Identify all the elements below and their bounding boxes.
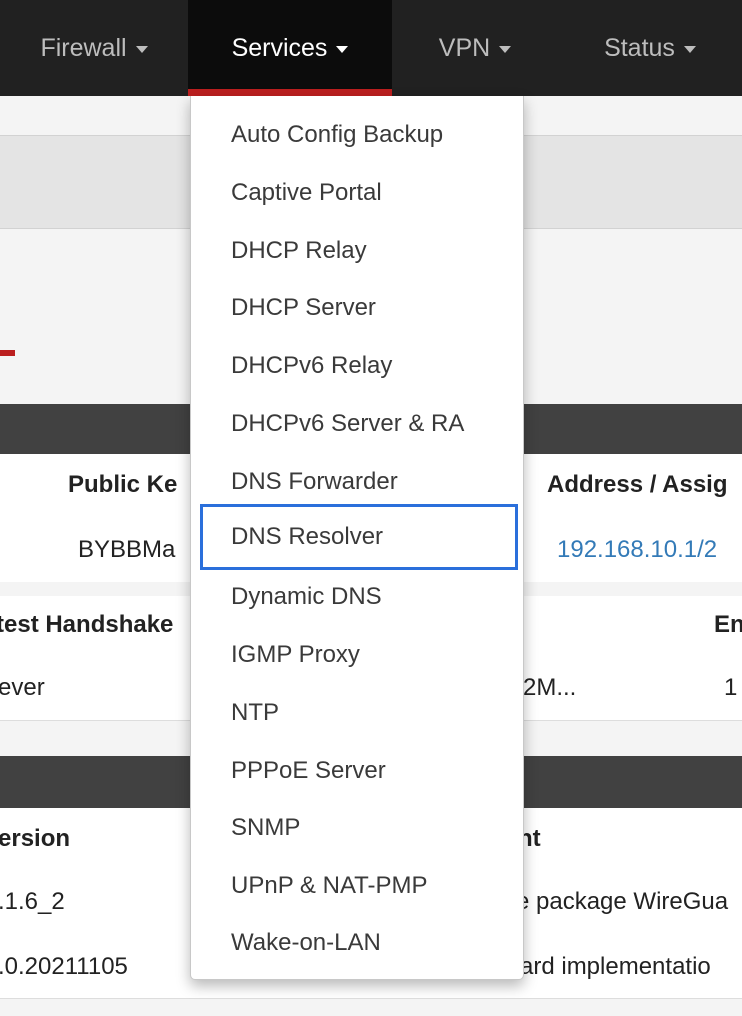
nav-vpn[interactable]: VPN (392, 0, 558, 96)
address-link[interactable]: 192.168.10.1/2 (557, 536, 717, 564)
nav-firewall-label: Firewall (40, 33, 127, 62)
menu-item-auto-config-backup[interactable]: Auto Config Backup (200, 108, 514, 162)
package-comment: e package WireGua (516, 888, 729, 915)
menu-item-upnp-nat-pmp[interactable]: UPnP & NAT-PMP (200, 859, 514, 913)
caret-down-icon (135, 46, 148, 53)
title-underline (0, 350, 15, 356)
header-endpoint: En (714, 611, 742, 638)
menu-item-captive-portal[interactable]: Captive Portal (200, 166, 514, 220)
package-version: .0.20211105 (0, 953, 128, 980)
menu-item-pppoe-server[interactable]: PPPoE Server (200, 744, 514, 798)
header-version: ersion (0, 825, 71, 852)
nav-vpn-label: VPN (438, 33, 491, 62)
caret-down-icon (336, 46, 349, 53)
menu-item-wake-on-lan[interactable]: Wake-on-LAN (200, 916, 514, 970)
menu-item-dynamic-dns[interactable]: Dynamic DNS (200, 570, 514, 624)
package-comment: ard implementatio (520, 953, 711, 980)
handshake-value: ever (0, 674, 45, 701)
header-address: Address / Assig (547, 471, 728, 498)
peer-key-value: 2M... (523, 674, 577, 701)
menu-item-igmp-proxy[interactable]: IGMP Proxy (200, 628, 514, 682)
top-navbar: Firewall Services VPN Status (0, 0, 742, 96)
menu-item-snmp[interactable]: SNMP (200, 801, 514, 855)
menu-item-dns-forwarder[interactable]: DNS Forwarder (200, 455, 514, 509)
caret-down-icon (683, 46, 696, 53)
nav-firewall[interactable]: Firewall (0, 0, 188, 96)
nav-services-label: Services (231, 33, 328, 62)
package-version: .1.6_2 (0, 888, 65, 915)
menu-item-dhcpv6-server-ra[interactable]: DHCPv6 Server & RA (200, 397, 514, 451)
menu-item-dns-resolver[interactable]: DNS Resolver (200, 504, 518, 570)
nav-services[interactable]: Services (188, 0, 392, 96)
caret-down-icon (499, 46, 512, 53)
header-public-key: Public Ke (68, 471, 178, 498)
public-key-value: BYBBMa (78, 536, 176, 563)
menu-item-dhcpv6-relay[interactable]: DHCPv6 Relay (200, 339, 514, 393)
nav-status-label: Status (604, 33, 675, 62)
menu-item-dhcp-server[interactable]: DHCP Server (200, 281, 514, 335)
page: Firewall Services VPN Status Public Ke A… (0, 0, 742, 1016)
menu-item-ntp[interactable]: NTP (200, 686, 514, 740)
endpoint-value: 1 (724, 674, 738, 701)
menu-item-dhcp-relay[interactable]: DHCP Relay (200, 224, 514, 278)
header-latest-handshake: test Handshake (0, 611, 174, 638)
nav-status[interactable]: Status (558, 0, 742, 96)
services-dropdown-menu: Auto Config Backup Captive Portal DHCP R… (190, 96, 524, 980)
